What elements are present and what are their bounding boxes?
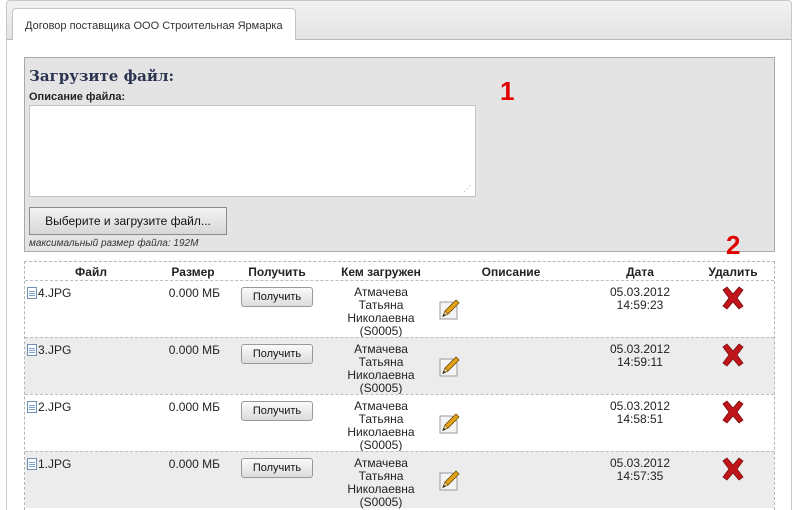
time-value: 14:58:51 [616,412,664,426]
file-size: 0.000 МБ [168,400,220,414]
pencil-edit-icon[interactable] [437,468,461,492]
header-uploaded-by: Кем загружен [341,265,421,279]
header-delete: Удалить [708,265,758,279]
tab-contract[interactable]: Договор поставщика ООО Строительная Ярма… [12,8,296,41]
red-x-delete-icon[interactable] [719,342,747,368]
file-cell[interactable]: 1.JPG [27,457,71,471]
uploaded-by: Атмачева Татьяна Николаевна (S0005) [341,400,421,452]
choose-upload-button[interactable]: Выберите и загрузите файл... [29,207,227,235]
annotation-marker-1: 1 [500,76,515,106]
header-size: Размер [171,265,215,279]
file-size: 0.000 МБ [168,343,220,357]
time-value: 14:59:23 [616,298,664,312]
files-table: Файл Размер Получить Кем загружен Описан… [24,261,775,510]
upload-date: 05.03.2012 14:58:51 [587,400,693,426]
file-size: 0.000 МБ [168,457,220,471]
table-row: 4.JPG 0.000 МБ Получить Атмачева Татьяна… [25,280,774,338]
table-row: 1.JPG 0.000 МБ Получить Атмачева Татьяна… [25,451,774,509]
uploader-id: (S0005) [359,495,403,509]
header-file: Файл [75,265,107,279]
file-name[interactable]: 1.JPG [38,457,71,471]
table-header: Файл Размер Получить Кем загружен Описан… [25,262,774,280]
file-icon [27,401,37,413]
uploaded-by: Атмачева Татьяна Николаевна (S0005) [341,343,421,395]
tab-strip: Договор поставщика ООО Строительная Ярма… [6,0,792,41]
get-button[interactable]: Получить [241,287,313,307]
upload-date: 05.03.2012 14:59:11 [587,343,693,369]
upload-date: 05.03.2012 14:59:23 [587,286,693,312]
file-cell[interactable]: 4.JPG [27,286,71,300]
file-icon [27,458,37,470]
pencil-edit-icon[interactable] [437,411,461,435]
file-icon [27,287,37,299]
upload-title: Загрузите файл: [29,67,175,85]
file-icon [27,344,37,356]
description-field[interactable] [29,105,476,197]
upload-panel: Загрузите файл: Описание файла: ⋰ Выбери… [24,57,775,252]
time-value: 14:59:11 [617,355,663,369]
file-name[interactable]: 4.JPG [38,286,71,300]
get-button[interactable]: Получить [241,458,313,478]
file-name[interactable]: 2.JPG [38,400,71,414]
description-label: Описание файла: [29,91,126,103]
uploaded-by: Атмачева Татьяна Николаевна (S0005) [341,286,421,338]
file-size: 0.000 МБ [168,286,220,300]
header-date: Дата [626,265,654,279]
get-button[interactable]: Получить [241,401,313,421]
pencil-edit-icon[interactable] [437,297,461,321]
upload-date: 05.03.2012 14:57:35 [587,457,693,483]
file-cell[interactable]: 3.JPG [27,343,71,357]
annotation-marker-2: 2 [726,230,741,260]
time-value: 14:57:35 [616,469,664,483]
get-button[interactable]: Получить [241,344,313,364]
table-row: 2.JPG 0.000 МБ Получить Атмачева Татьяна… [25,394,774,452]
pencil-edit-icon[interactable] [437,354,461,378]
file-cell[interactable]: 2.JPG [27,400,71,414]
red-x-delete-icon[interactable] [719,285,747,311]
file-name[interactable]: 3.JPG [38,343,71,357]
header-description: Описание [481,265,541,279]
red-x-delete-icon[interactable] [719,399,747,425]
header-get: Получить [248,265,306,279]
table-row: 3.JPG 0.000 МБ Получить Атмачева Татьяна… [25,337,774,395]
resize-grip-icon[interactable]: ⋰ [463,184,473,194]
uploaded-by: Атмачева Татьяна Николаевна (S0005) [341,457,421,509]
max-size-note: максимальный размер файла: 192M [29,238,199,249]
red-x-delete-icon[interactable] [719,456,747,482]
